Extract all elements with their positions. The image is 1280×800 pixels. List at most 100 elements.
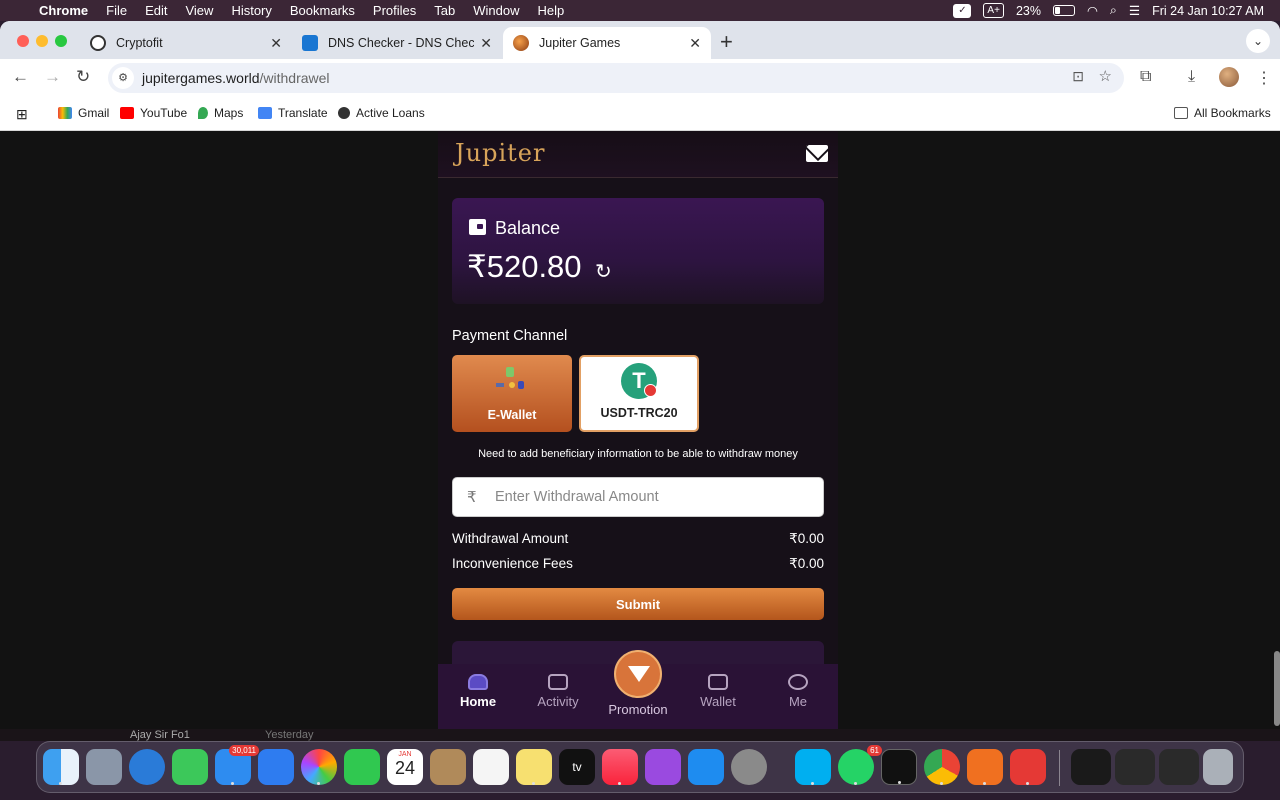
- bottom-nav: Home Activity Promotion Wallet Me: [438, 650, 838, 729]
- app-store-icon[interactable]: [688, 749, 724, 785]
- bookmark-label: Translate: [278, 106, 328, 120]
- bookmark-star-icon[interactable]: ☆: [1099, 67, 1112, 85]
- new-tab-plus-icon[interactable]: +: [720, 29, 733, 55]
- accessibility-icon[interactable]: A+: [983, 3, 1004, 18]
- status-check-icon[interactable]: ✓: [953, 3, 972, 18]
- install-app-icon[interactable]: ⊡: [1072, 68, 1084, 85]
- reload-icon[interactable]: ↻: [76, 67, 90, 87]
- home-icon: [468, 674, 488, 690]
- bookmark-translate[interactable]: Translate: [258, 106, 328, 120]
- tab-jupiter-games[interactable]: Jupiter Games ✕: [503, 27, 711, 59]
- menu-history[interactable]: History: [222, 3, 280, 18]
- forward-arrow-icon[interactable]: →: [44, 67, 61, 87]
- spotlight-search-icon[interactable]: ⌕: [1110, 3, 1117, 18]
- tab-close-icon[interactable]: ✕: [480, 35, 492, 52]
- menu-profiles[interactable]: Profiles: [364, 3, 425, 18]
- page-scrollbar[interactable]: [1274, 651, 1280, 726]
- extensions-puzzle-icon[interactable]: ⧉: [1140, 68, 1151, 86]
- mac-menubar: Chrome File Edit View History Bookmarks …: [0, 0, 1280, 21]
- channel-e-wallet[interactable]: E-Wallet: [452, 355, 572, 432]
- pen-app-icon[interactable]: [967, 749, 1003, 785]
- chrome-icon[interactable]: [924, 749, 960, 785]
- tab-cryptofit[interactable]: Cryptofit ✕: [80, 27, 292, 59]
- bookmark-active-loans[interactable]: Active Loans: [338, 106, 425, 120]
- anydesk-icon[interactable]: [1010, 749, 1046, 785]
- nav-wallet[interactable]: Wallet: [678, 674, 758, 709]
- nav-label: Wallet: [700, 694, 736, 709]
- close-window-icon[interactable]: [17, 35, 29, 47]
- contacts-icon[interactable]: [430, 749, 466, 785]
- battery-icon[interactable]: [1052, 5, 1075, 16]
- channel-usdt-trc20[interactable]: T USDT-TRC20: [579, 355, 699, 432]
- zoom-window-icon[interactable]: [55, 35, 67, 47]
- withdrawal-amount-value: ₹0.00: [789, 531, 824, 546]
- app-store-alt-icon[interactable]: [258, 749, 294, 785]
- tab-close-icon[interactable]: ✕: [270, 35, 282, 52]
- bookmark-maps[interactable]: Maps: [198, 106, 243, 120]
- launchpad-icon[interactable]: [86, 749, 122, 785]
- nav-activity[interactable]: Activity: [518, 674, 598, 709]
- calendar-icon[interactable]: JAN 24: [387, 749, 423, 785]
- nav-home[interactable]: Home: [438, 674, 518, 709]
- chrome-menu-icon[interactable]: ⋮: [1256, 68, 1272, 88]
- address-bar[interactable]: ⚙ jupitergames.world/withdrawel ⊡ ☆: [108, 63, 1124, 93]
- recent-window-3-icon[interactable]: [1159, 749, 1199, 785]
- finder-icon[interactable]: [43, 749, 79, 785]
- menu-help[interactable]: Help: [529, 3, 574, 18]
- menu-view[interactable]: View: [176, 3, 222, 18]
- submit-button[interactable]: Submit: [452, 588, 824, 620]
- minimize-window-icon[interactable]: [36, 35, 48, 47]
- whatsapp-icon[interactable]: 61: [838, 745, 882, 785]
- nav-me[interactable]: Me: [758, 674, 838, 709]
- back-arrow-icon[interactable]: ←: [12, 67, 29, 87]
- promotion-button[interactable]: [614, 650, 662, 698]
- menubar-clock[interactable]: Fri 24 Jan 10:27 AM: [1152, 4, 1264, 18]
- music-icon[interactable]: [602, 749, 638, 785]
- notes-icon[interactable]: [516, 749, 552, 785]
- tab-close-icon[interactable]: ✕: [689, 35, 701, 52]
- site-info-icon[interactable]: ⚙: [112, 67, 134, 89]
- downloads-icon[interactable]: ⤓: [1188, 68, 1195, 86]
- globe-icon: [338, 107, 350, 119]
- tab-search-chevron-icon[interactable]: ⌄: [1246, 29, 1270, 53]
- menu-app-name[interactable]: Chrome: [30, 3, 97, 18]
- photos-icon[interactable]: [301, 749, 337, 785]
- bookmark-label: Gmail: [78, 106, 110, 120]
- safari-icon[interactable]: [129, 749, 165, 785]
- control-center-icon[interactable]: ☰: [1129, 3, 1140, 18]
- tab-title: DNS Checker - DNS Check Pr: [328, 36, 475, 50]
- recent-window-1-icon[interactable]: [1071, 749, 1111, 785]
- menu-bookmarks[interactable]: Bookmarks: [281, 3, 364, 18]
- menu-tab[interactable]: Tab: [425, 3, 464, 18]
- withdrawal-amount-input[interactable]: [495, 483, 815, 511]
- reminders-icon[interactable]: [473, 749, 509, 785]
- bookmark-youtube[interactable]: YouTube: [120, 106, 187, 120]
- tab-dns-checker[interactable]: DNS Checker - DNS Check Pr ✕: [292, 27, 502, 59]
- bookmark-gmail[interactable]: Gmail: [58, 106, 109, 120]
- skype-icon[interactable]: [795, 749, 831, 785]
- wifi-icon[interactable]: ◠: [1087, 3, 1098, 18]
- profile-avatar[interactable]: [1219, 67, 1239, 87]
- podcasts-icon[interactable]: [645, 749, 681, 785]
- apps-grid-icon[interactable]: ⊞: [16, 106, 28, 123]
- trash-icon[interactable]: [1203, 749, 1233, 785]
- withdrawal-amount-field[interactable]: ₹: [452, 477, 824, 517]
- menu-file[interactable]: File: [97, 3, 136, 18]
- cryptofit-favicon-icon: [90, 35, 106, 51]
- dns-checker-favicon-icon: [302, 35, 318, 51]
- menu-edit[interactable]: Edit: [136, 3, 176, 18]
- mail-icon[interactable]: [806, 145, 828, 162]
- jupiter-logo[interactable]: Jupiter: [455, 139, 545, 167]
- refresh-balance-icon[interactable]: ↻: [595, 259, 612, 284]
- apple-tv-icon[interactable]: tv: [559, 749, 595, 785]
- system-settings-icon[interactable]: [731, 749, 767, 785]
- recent-window-2-icon[interactable]: [1115, 749, 1155, 785]
- withdrawal-amount-label: Withdrawal Amount: [452, 531, 569, 546]
- messages-icon[interactable]: [172, 749, 208, 785]
- nav-promotion-label[interactable]: Promotion: [598, 702, 678, 717]
- all-bookmarks[interactable]: All Bookmarks: [1174, 106, 1271, 120]
- facetime-icon[interactable]: [344, 749, 380, 785]
- menu-window[interactable]: Window: [464, 3, 528, 18]
- mail-app-icon[interactable]: 30,011: [215, 745, 259, 785]
- terminal-icon[interactable]: [881, 749, 917, 785]
